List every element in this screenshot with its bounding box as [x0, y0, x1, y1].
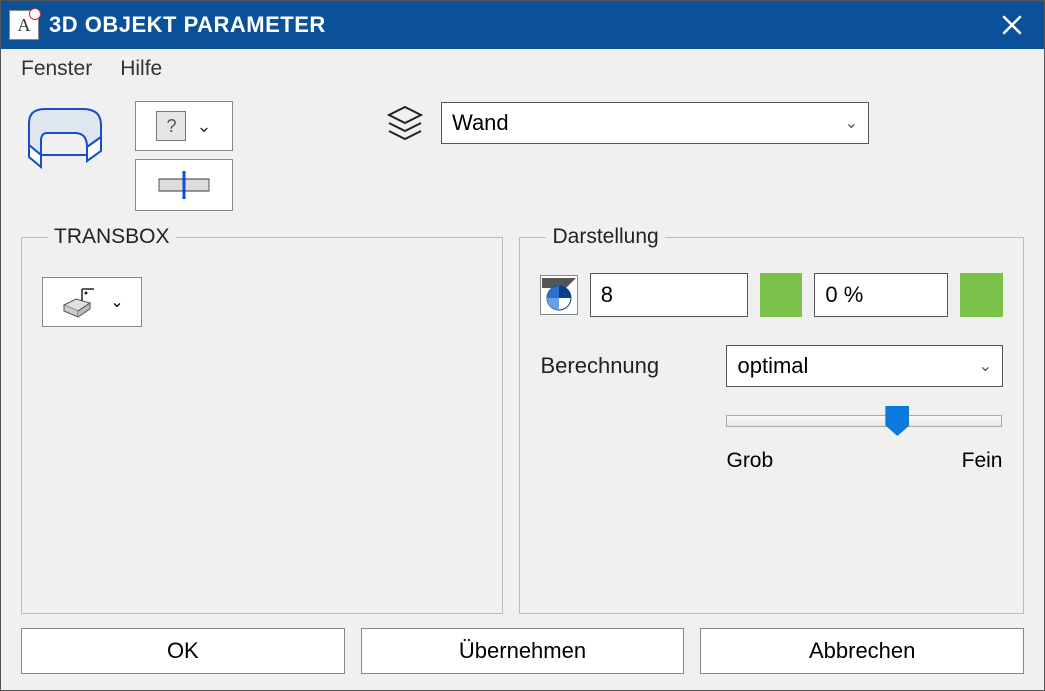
transbox-dropdown[interactable]: ⌄: [42, 277, 142, 327]
chevron-down-icon: ⌄: [110, 292, 123, 312]
quality-slider-wrap: Grob Fein: [726, 415, 1002, 473]
calc-select-value: optimal: [737, 353, 808, 379]
menu-window[interactable]: Fenster: [21, 57, 92, 81]
app-icon: A: [9, 10, 39, 40]
close-button[interactable]: [988, 1, 1036, 49]
close-icon: [1002, 15, 1022, 35]
ok-button[interactable]: OK: [21, 628, 345, 674]
darstellung-group: Darstellung: [519, 225, 1024, 614]
transform-icon: [60, 285, 100, 319]
pen-row: [540, 273, 1003, 317]
opacity-input[interactable]: [814, 273, 948, 317]
top-row: ? ⌄: [21, 101, 1024, 211]
material-dropdown[interactable]: ? ⌄: [135, 101, 233, 151]
calc-row: Berechnung optimal ⌄: [540, 345, 1003, 387]
object-preview-icon: [21, 101, 117, 171]
cancel-label: Abbrechen: [809, 638, 915, 664]
slider-max-label: Fein: [962, 449, 1003, 473]
button-row: OK Übernehmen Abbrechen: [21, 628, 1024, 674]
dialog-body: ? ⌄: [1, 89, 1044, 690]
question-icon: ?: [156, 111, 186, 141]
calc-label: Berechnung: [540, 353, 710, 379]
titlebar: A 3D OBJEKT PARAMETER: [1, 1, 1044, 49]
quality-slider[interactable]: [726, 415, 1002, 427]
apply-label: Übernehmen: [459, 638, 586, 664]
menubar: Fenster Hilfe: [1, 49, 1044, 89]
transbox-legend: TRANSBOX: [48, 225, 176, 249]
menu-help[interactable]: Hilfe: [120, 57, 162, 81]
layer-select[interactable]: Wand ⌄: [441, 102, 869, 144]
chevron-down-icon: ⌄: [196, 116, 211, 137]
darstellung-legend: Darstellung: [546, 225, 664, 249]
chevron-down-icon: ⌄: [845, 113, 858, 133]
calc-select[interactable]: optimal ⌄: [726, 345, 1003, 387]
picker-column: ? ⌄: [135, 101, 233, 211]
window-title: 3D OBJEKT PARAMETER: [49, 12, 988, 38]
axis-icon: [155, 171, 213, 199]
slider-labels: Grob Fein: [726, 449, 1002, 473]
pen-number-input[interactable]: [590, 273, 748, 317]
transbox-group: TRANSBOX ⌄: [21, 225, 503, 614]
color-swatch-2[interactable]: [960, 273, 1003, 317]
chevron-down-icon: ⌄: [979, 356, 992, 376]
apply-button[interactable]: Übernehmen: [361, 628, 685, 674]
mid-row: TRANSBOX ⌄ Darstellung: [21, 225, 1024, 614]
shading-icon: [542, 278, 576, 312]
layer-area: Wand ⌄: [383, 101, 869, 145]
axis-mode-button[interactable]: [135, 159, 233, 211]
shading-icon-button[interactable]: [540, 275, 577, 315]
layer-select-value: Wand: [452, 110, 509, 136]
slider-thumb[interactable]: [885, 406, 909, 436]
ok-label: OK: [167, 638, 199, 664]
slider-min-label: Grob: [726, 449, 773, 473]
layers-icon: [383, 101, 427, 145]
dialog-window: A 3D OBJEKT PARAMETER Fenster Hilfe ?: [0, 0, 1045, 691]
color-swatch-1[interactable]: [760, 273, 803, 317]
cancel-button[interactable]: Abbrechen: [700, 628, 1024, 674]
